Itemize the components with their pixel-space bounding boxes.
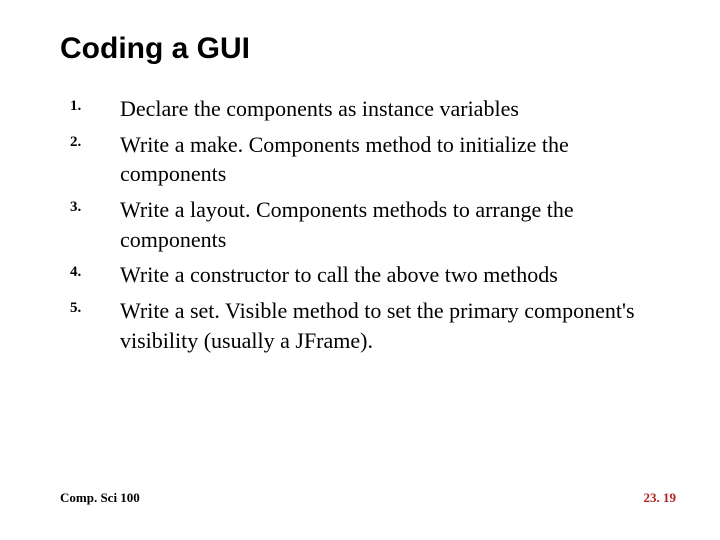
item-text: Declare the components as instance varia… <box>120 94 660 124</box>
list-item: 5. Write a set. Visible method to set th… <box>70 296 660 355</box>
slide-title: Coding a GUI <box>60 32 660 66</box>
item-text: Write a make. Components method to initi… <box>120 130 660 189</box>
item-text: Write a layout. Components methods to ar… <box>120 195 660 254</box>
item-text: Write a set. Visible method to set the p… <box>120 296 660 355</box>
footer: Comp. Sci 100 23. 19 <box>60 490 676 506</box>
list-item: 1. Declare the components as instance va… <box>70 94 660 124</box>
list-item: 3. Write a layout. Components methods to… <box>70 195 660 254</box>
item-number: 2. <box>70 130 120 151</box>
numbered-list: 1. Declare the components as instance va… <box>70 94 660 356</box>
item-number: 4. <box>70 260 120 281</box>
list-item: 2. Write a make. Components method to in… <box>70 130 660 189</box>
item-number: 3. <box>70 195 120 216</box>
item-number: 1. <box>70 94 120 115</box>
item-text: Write a constructor to call the above tw… <box>120 260 660 290</box>
footer-right: 23. 19 <box>644 490 677 506</box>
footer-left: Comp. Sci 100 <box>60 490 140 506</box>
item-number: 5. <box>70 296 120 317</box>
slide: Coding a GUI 1. Declare the components a… <box>0 0 720 540</box>
list-item: 4. Write a constructor to call the above… <box>70 260 660 290</box>
